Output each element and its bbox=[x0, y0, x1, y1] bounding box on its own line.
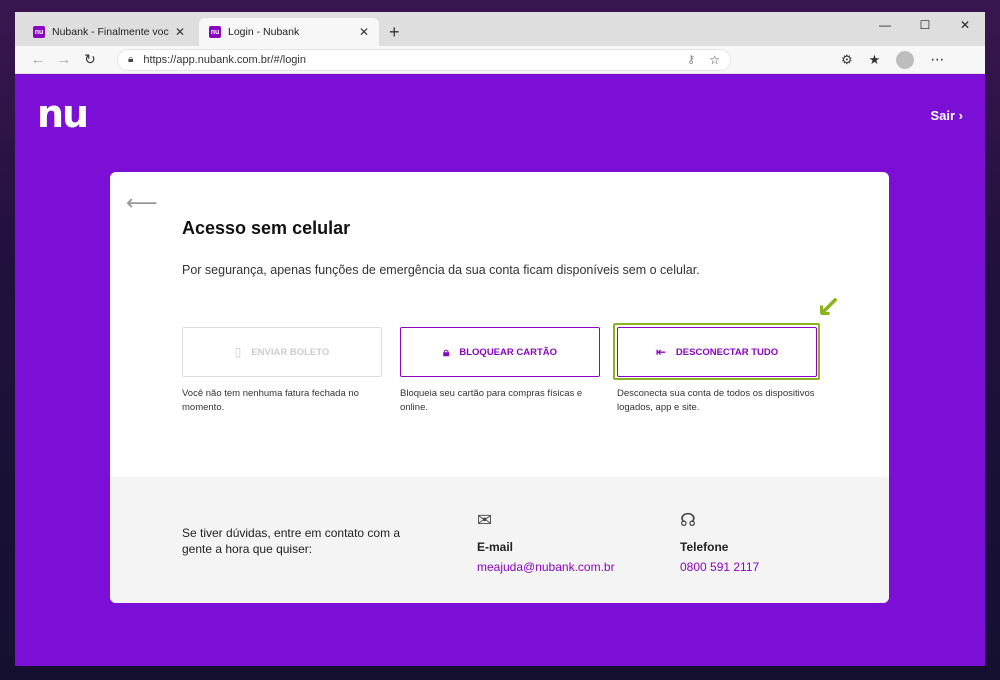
tab-title: Login - Nubank bbox=[228, 26, 300, 38]
minimize-button[interactable]: — bbox=[865, 12, 905, 38]
close-window-button[interactable]: ✕ bbox=[945, 12, 985, 38]
phone-label: Telefone bbox=[680, 540, 729, 554]
pointer-arrow-icon: ↙ bbox=[816, 291, 842, 324]
key-icon[interactable]: ⚷ bbox=[687, 53, 695, 66]
tab-nubank-home[interactable]: nu Nubank - Finalmente você no co ✕ bbox=[23, 18, 195, 46]
toolbar-icons: ⚙ ★ ⋯ bbox=[841, 50, 944, 69]
favorites-icon[interactable]: ★ bbox=[869, 52, 881, 68]
address-bar[interactable]: 🔒︎ https://app.nubank.com.br/#/login ⚷ ☆ bbox=[117, 48, 731, 71]
envelope-icon: ✉ bbox=[477, 510, 493, 530]
favorite-star-icon[interactable]: ☆ bbox=[709, 53, 720, 67]
back-arrow-icon[interactable]: ⟵ bbox=[126, 190, 158, 216]
back-icon[interactable]: ← bbox=[25, 51, 51, 68]
page-title: Acesso sem celular bbox=[182, 218, 351, 238]
disconnect-all-button[interactable]: ⇤ DESCONECTAR TUDO bbox=[617, 327, 817, 377]
phone-contact: ☊ Telefone 0800 591 2117 bbox=[680, 510, 759, 574]
disconnect-all-description: Desconecta sua conta de todos os disposi… bbox=[617, 388, 815, 413]
logout-link[interactable]: Sair › bbox=[930, 108, 963, 123]
menu-dots-icon[interactable]: ⋯ bbox=[930, 51, 944, 68]
profile-avatar[interactable] bbox=[896, 50, 915, 69]
button-label: DESCONECTAR TUDO bbox=[675, 346, 779, 358]
email-link[interactable]: meajuda@nubank.com.br bbox=[477, 560, 615, 574]
button-label: ENVIAR BOLETO bbox=[251, 346, 330, 358]
email-contact: ✉ E-mail meajuda@nubank.com.br bbox=[477, 510, 615, 574]
page-description: Por segurança, apenas funções de emergên… bbox=[182, 263, 700, 277]
send-boleto-description: Você não tem nenhuma fatura fechada no m… bbox=[182, 388, 359, 413]
tab-login[interactable]: nu Login - Nubank ✕ bbox=[199, 18, 379, 46]
nubank-favicon-icon: nu bbox=[209, 26, 221, 38]
tab-bar: nu Nubank - Finalmente você no co ✕ nu L… bbox=[15, 12, 985, 46]
nubank-favicon-icon: nu bbox=[33, 26, 45, 38]
logout-icon: ⇤ bbox=[655, 345, 666, 359]
lock-icon: 🔒︎ bbox=[442, 344, 450, 359]
block-card-description: Bloqueia seu cartão para compras físicas… bbox=[400, 388, 583, 413]
address-toolbar: ← → ↻ 🔒︎ https://app.nubank.com.br/#/log… bbox=[15, 46, 985, 74]
email-label: E-mail bbox=[477, 540, 514, 554]
nubank-page: nu Sair › ⟵ Acesso sem celular Por segur… bbox=[15, 74, 985, 666]
window-controls: — ☐ ✕ bbox=[865, 12, 985, 38]
emergency-access-card: ⟵ Acesso sem celular Por segurança, apen… bbox=[110, 172, 889, 603]
help-text: Se tiver dúvidas, entre em contato com a… bbox=[182, 526, 401, 556]
close-tab-icon[interactable]: ✕ bbox=[175, 25, 185, 39]
button-label: BLOQUEAR CARTÃO bbox=[459, 346, 558, 358]
nubank-logo: nu bbox=[37, 92, 89, 136]
document-icon: ▯ bbox=[234, 345, 242, 359]
reload-icon[interactable]: ↻ bbox=[77, 51, 103, 68]
phone-link[interactable]: 0800 591 2117 bbox=[680, 560, 759, 574]
browser-window: nu Nubank - Finalmente você no co ✕ nu L… bbox=[15, 12, 985, 666]
send-boleto-button[interactable]: ▯ ENVIAR BOLETO bbox=[182, 327, 382, 377]
block-card-button[interactable]: 🔒︎ BLOQUEAR CARTÃO bbox=[400, 327, 600, 377]
tab-title: Nubank - Finalmente você no co bbox=[52, 26, 169, 38]
headset-icon: ☊ bbox=[680, 510, 696, 530]
url-text[interactable]: https://app.nubank.com.br/#/login bbox=[143, 54, 687, 66]
new-tab-button[interactable]: + bbox=[389, 18, 400, 46]
maximize-button[interactable]: ☐ bbox=[905, 12, 945, 38]
close-tab-icon[interactable]: ✕ bbox=[359, 25, 369, 39]
contact-footer: Se tiver dúvidas, entre em contato com a… bbox=[110, 477, 889, 603]
extensions-icon[interactable]: ⚙ bbox=[841, 52, 853, 68]
lock-icon[interactable]: 🔒︎ bbox=[128, 54, 133, 65]
forward-icon[interactable]: → bbox=[51, 51, 77, 68]
